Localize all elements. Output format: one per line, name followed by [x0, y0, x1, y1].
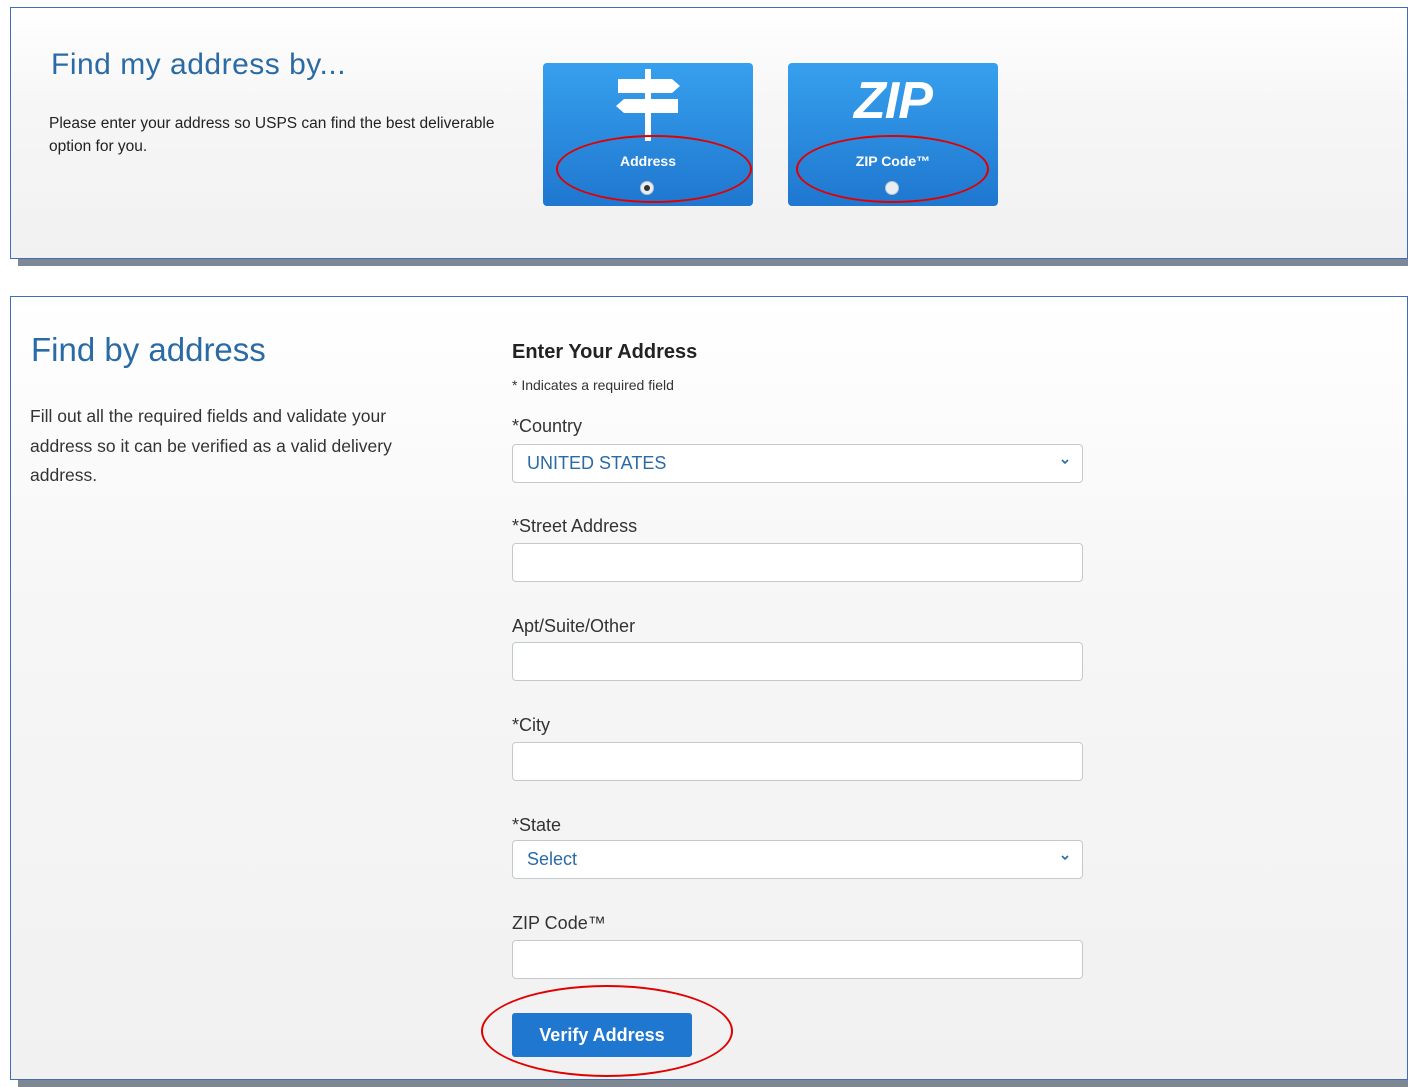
- street-label: *Street Address: [512, 516, 638, 536]
- zip-option-label: ZIP Code™: [855, 153, 931, 169]
- zip-option-tile[interactable]: ZIP ZIP Code™: [788, 63, 998, 206]
- address-option-label: Address: [619, 153, 677, 169]
- page-title: Find by address: [31, 331, 266, 368]
- chevron-down-icon: [1061, 459, 1069, 465]
- form-title: Enter Your Address: [512, 341, 698, 363]
- verify-address-button[interactable]: Verify Address: [512, 1013, 692, 1057]
- apt-suite-input[interactable]: [512, 642, 1083, 681]
- state-select[interactable]: Select: [512, 840, 1083, 879]
- street-address-input[interactable]: [512, 543, 1083, 582]
- country-label: *Country: [512, 416, 583, 436]
- zip-logo-icon: ZIP: [854, 72, 933, 130]
- find-by-title: Find my address by...: [51, 48, 347, 81]
- city-input[interactable]: [512, 742, 1083, 781]
- zip-code-input[interactable]: [512, 940, 1083, 979]
- address-radio[interactable]: [640, 181, 654, 195]
- state-label: *State: [512, 815, 562, 835]
- city-label: *City: [512, 715, 551, 735]
- signpost-icon: [616, 69, 680, 141]
- zip-label: ZIP Code™: [512, 913, 606, 933]
- zip-radio[interactable]: [885, 181, 899, 195]
- state-select-value: Select: [527, 849, 578, 869]
- find-by-panel: Find my address by... Please enter your …: [10, 7, 1408, 259]
- page-description: Fill out all the required fields and val…: [30, 406, 392, 485]
- country-select-value: UNITED STATES: [527, 453, 667, 473]
- chevron-down-icon: [1061, 855, 1069, 861]
- address-option-tile[interactable]: Address: [543, 63, 753, 206]
- find-by-description: Please enter your address so USPS can fi…: [49, 115, 495, 155]
- required-note: * Indicates a required field: [512, 377, 674, 393]
- apt-label: Apt/Suite/Other: [512, 616, 636, 636]
- country-select[interactable]: UNITED STATES: [512, 444, 1083, 483]
- find-by-address-panel: Find by address Fill out all the require…: [10, 296, 1408, 1080]
